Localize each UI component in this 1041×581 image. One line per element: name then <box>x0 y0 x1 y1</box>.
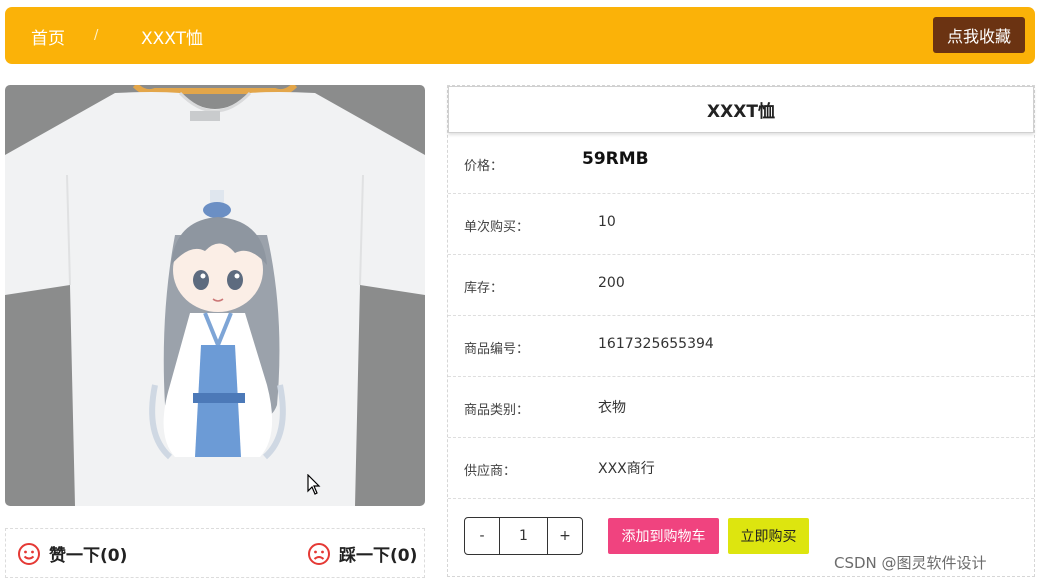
tshirt-image <box>5 85 425 506</box>
breadcrumb-bar: 首页 / XXXT恤 点我收藏 <box>5 7 1035 64</box>
detail-value: 衣物 <box>598 400 626 416</box>
detail-label: 库存： <box>464 281 504 296</box>
add-to-cart-button[interactable]: 添加到购物车 <box>608 518 719 554</box>
detail-row-stock: 库存： 200 <box>448 255 1034 316</box>
like-button[interactable]: 赞一下(0) <box>17 541 127 566</box>
detail-row-price: 价格： 59RMB <box>448 133 1034 194</box>
breadcrumb-separator: / <box>94 28 99 43</box>
buy-now-button[interactable]: 立即购买 <box>728 518 809 554</box>
product-info-panel: XXXT恤 价格： 59RMB 单次购买： 10 库存： 200 商品编号： 1… <box>447 85 1035 577</box>
mouse-cursor-icon <box>307 474 321 495</box>
smile-icon <box>18 542 40 565</box>
detail-label: 商品类别： <box>464 403 530 418</box>
decrease-quantity-button[interactable]: - <box>465 518 499 554</box>
product-image <box>5 85 425 506</box>
dislike-button[interactable]: 踩一下(0) <box>307 541 417 566</box>
like-label: 赞一下(0) <box>49 546 128 566</box>
detail-row-supplier: 供应商： XXX商行 <box>448 438 1034 499</box>
product-title: XXXT恤 <box>448 86 1034 133</box>
detail-value: XXX商行 <box>598 461 655 477</box>
detail-row-product-id: 商品编号： 1617325655394 <box>448 316 1034 377</box>
watermark: CSDN @图灵软件设计 <box>834 554 987 572</box>
favorite-button[interactable]: 点我收藏 <box>933 17 1025 53</box>
price-value: 59RMB <box>582 149 649 169</box>
detail-value: 10 <box>598 214 616 230</box>
vote-bar: 赞一下(0) 踩一下(0) <box>5 528 425 578</box>
increase-quantity-button[interactable]: + <box>548 518 582 554</box>
detail-label: 价格： <box>464 159 504 174</box>
purchase-row: - + 添加到购物车 立即购买 <box>448 499 1034 559</box>
breadcrumb-current: XXXT恤 <box>141 29 204 49</box>
detail-row-single-purchase: 单次购买： 10 <box>448 194 1034 255</box>
quantity-input[interactable] <box>499 518 548 554</box>
detail-row-category: 商品类别： 衣物 <box>448 377 1034 438</box>
detail-label: 商品编号： <box>464 342 530 357</box>
detail-label: 单次购买： <box>464 220 530 235</box>
dislike-label: 踩一下(0) <box>339 546 418 566</box>
quantity-stepper: - + <box>464 517 583 555</box>
breadcrumb-home-link[interactable]: 首页 <box>31 24 65 49</box>
detail-value: 1617325655394 <box>598 336 714 352</box>
detail-value: 200 <box>598 275 625 291</box>
frown-icon <box>308 542 330 565</box>
detail-label: 供应商： <box>464 464 517 479</box>
